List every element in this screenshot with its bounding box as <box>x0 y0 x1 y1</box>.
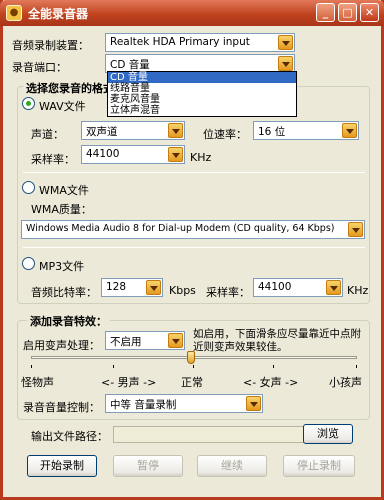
voice-slider-thumb[interactable] <box>187 351 195 364</box>
volume-label: 录音音量控制： <box>23 401 100 414</box>
slider-label-child: 小孩声 <box>329 376 362 389</box>
voice-select[interactable]: 不启用 <box>105 331 185 350</box>
wav-radio[interactable] <box>22 97 35 110</box>
minimize-button[interactable]: _ <box>316 3 335 22</box>
mp3-radio[interactable] <box>22 257 35 270</box>
channel-value: 双声道 <box>86 126 118 138</box>
slider-label-male: <- 男声 -> <box>101 376 157 389</box>
chevron-down-icon[interactable] <box>348 222 363 237</box>
channel-label: 声道： <box>31 128 64 141</box>
slider-label-monster: 怪物声 <box>21 376 54 389</box>
mp3-bitrate-unit: Kbps <box>169 284 196 297</box>
effects-group-title: 添加录音特效： <box>27 313 110 329</box>
wav-bitrate-value: 16 位 <box>258 126 286 138</box>
port-dropdown-list: CD 音量 线路音量 麦克风音量 立体声混音 <box>107 71 297 117</box>
mp3-bitrate-select[interactable]: 128 <box>101 278 163 297</box>
divider <box>23 172 365 173</box>
slider-tick <box>113 365 114 368</box>
wma-quality-label: WMA质量： <box>31 203 92 216</box>
chevron-down-icon[interactable] <box>278 35 293 50</box>
port-option[interactable]: 线路音量 <box>108 83 296 94</box>
slider-tick <box>356 365 357 368</box>
mp3-bitrate-value: 128 <box>106 281 127 293</box>
chevron-down-icon[interactable] <box>146 280 161 295</box>
output-label: 输出文件路径： <box>31 430 108 443</box>
main-window: ● 全能录音器 _ □ ✕ 音频录制装置： Realtek HDA Primar… <box>0 0 384 500</box>
format-group-title: 选择您录音的格式 <box>23 80 117 96</box>
wma-quality-value: Windows Media Audio 8 for Dial-up Modem … <box>26 223 335 234</box>
port-option[interactable]: 麦克风音量 <box>108 94 296 105</box>
device-label: 音频录制装置： <box>12 39 89 52</box>
chevron-down-icon[interactable] <box>326 280 341 295</box>
voice-hint: 如启用，下面滑条应尽量靠近中点附近则变声效果较佳。 <box>193 328 361 353</box>
wav-samplerate-value: 44100 <box>86 148 120 160</box>
wma-radio[interactable] <box>22 181 35 194</box>
port-option[interactable]: 立体声混音 <box>108 105 296 116</box>
chevron-down-icon[interactable] <box>278 56 293 71</box>
port-value: CD 音量 <box>110 59 150 71</box>
voice-value: 不启用 <box>110 336 142 348</box>
wav-samplerate-unit: KHz <box>190 151 212 164</box>
resume-button[interactable]: 继续 <box>197 455 267 477</box>
device-select[interactable]: Realtek HDA Primary input <box>105 33 295 52</box>
slider-label-female: <- 女声 -> <box>243 376 299 389</box>
wav-samplerate-select[interactable]: 44100 <box>81 145 185 164</box>
chevron-down-icon[interactable] <box>168 123 183 138</box>
maximize-button[interactable]: □ <box>338 3 357 22</box>
title-bar: ● 全能录音器 _ □ ✕ <box>0 0 384 26</box>
mp3-samplerate-label: 采样率： <box>206 286 250 299</box>
voice-label: 启用变声处理： <box>23 339 100 352</box>
window-title: 全能录音器 <box>28 7 89 21</box>
mp3-samplerate-select[interactable]: 44100 <box>253 278 343 297</box>
wma-label: WMA文件 <box>39 184 89 197</box>
volume-value: 中等 音量录制 <box>110 399 177 411</box>
slider-tick <box>193 365 194 368</box>
app-icon: ● <box>6 5 22 21</box>
wav-bitrate-label: 位速率： <box>203 128 247 141</box>
mp3-samplerate-unit: KHz <box>347 284 369 297</box>
port-option[interactable]: CD 音量 <box>108 72 296 83</box>
port-label: 录音端口： <box>12 61 67 74</box>
volume-select[interactable]: 中等 音量录制 <box>105 394 263 413</box>
wav-label: WAV文件 <box>39 100 86 113</box>
chevron-down-icon[interactable] <box>342 123 357 138</box>
pause-button[interactable]: 暂停 <box>113 455 183 477</box>
wav-samplerate-label: 采样率： <box>31 153 75 166</box>
chevron-down-icon[interactable] <box>246 396 261 411</box>
slider-tick <box>273 365 274 368</box>
mp3-bitrate-label: 音频比特率： <box>31 286 97 299</box>
channel-select[interactable]: 双声道 <box>81 121 185 140</box>
wma-quality-select[interactable]: Windows Media Audio 8 for Dial-up Modem … <box>21 220 365 239</box>
divider <box>23 247 365 248</box>
mp3-samplerate-value: 44100 <box>258 281 292 293</box>
stop-record-button[interactable]: 停止录制 <box>283 455 355 477</box>
slider-label-normal: 正常 <box>181 376 203 389</box>
browse-button[interactable]: 浏览 <box>303 424 353 444</box>
wav-bitrate-select[interactable]: 16 位 <box>253 121 359 140</box>
start-record-button[interactable]: 开始录制 <box>27 455 97 477</box>
slider-tick <box>31 365 32 368</box>
mp3-label: MP3文件 <box>39 260 85 273</box>
device-value: Realtek HDA Primary input <box>110 36 250 48</box>
chevron-down-icon[interactable] <box>168 333 183 348</box>
close-button[interactable]: ✕ <box>360 3 379 22</box>
output-path-field[interactable] <box>113 426 309 443</box>
chevron-down-icon[interactable] <box>168 147 183 162</box>
